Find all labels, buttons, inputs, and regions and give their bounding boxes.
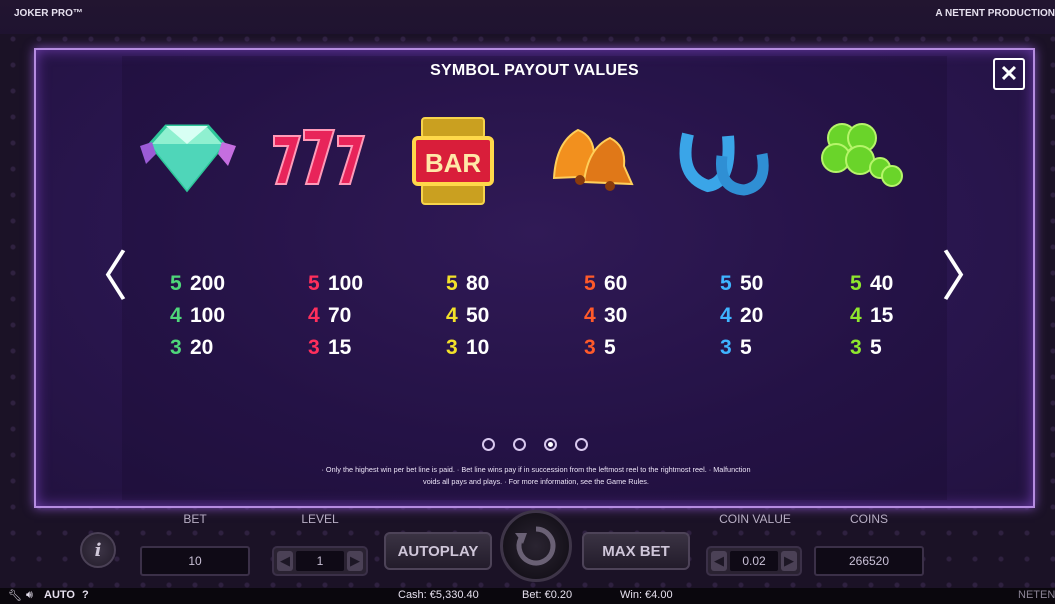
info-icon: i [94,539,102,561]
payout-row: 5 60 [584,272,628,295]
sevens-payouts: 5 100 4 70 3 15 [308,272,418,368]
help-button[interactable]: ? [82,589,89,601]
clover-symbol-icon [802,116,912,216]
payout-row: 4 20 [720,304,764,327]
level-stepper: ◀ 1 ▶ [272,546,368,576]
coin-value-label: COIN VALUE [719,512,791,526]
payout-row: 5 80 [446,272,490,295]
payout-row: 35 [720,336,752,359]
paytable-title: SYMBOL PAYOUT VALUES [430,62,639,79]
level-decrease-button[interactable]: ◀ [277,551,293,571]
producer-label: A NETENT PRODUCTION [935,8,1055,19]
spin-icon [515,526,556,566]
top-bar: JOKER PRO™ A NETENT PRODUCTION [0,0,1055,34]
payout-row: 4 15 [850,304,894,327]
payout-row: 3 20 [170,336,214,359]
payout-row: 5 40 [850,272,894,295]
level-label: LEVEL [301,512,339,526]
payout-row: 35 [584,336,616,359]
win-readout: Win: €4.00 [620,589,673,601]
rules-text: · Only the highest win per bet line is p… [216,464,856,488]
coin-value-decrease-button[interactable]: ◀ [711,551,727,571]
close-icon: ✕ [999,61,1019,86]
info-button[interactable]: i [80,532,116,568]
brand-logo: NETENT [1018,589,1055,601]
diamond-symbol-icon [132,116,242,216]
payout-row: 4 50 [446,304,490,327]
coins-field: 266520 [814,546,924,576]
level-value: 1 [296,551,344,571]
chevron-left-icon: 〈 [74,245,128,308]
coin-value-stepper: ◀ 0.02 ▶ [706,546,802,576]
page-dot[interactable] [575,438,588,451]
page-dot[interactable] [513,438,526,451]
payout-row: 35 [850,336,882,359]
payout-row: 4 30 [584,304,628,327]
payout-row: 5 50 [720,272,764,295]
previous-page-button[interactable]: 〈 [74,250,128,304]
bet-field[interactable]: 10 [140,546,250,576]
bar-symbol-icon: BAR [400,116,510,216]
auto-button[interactable]: AUTO [44,589,75,601]
max-bet-button[interactable]: MAX BET [582,532,690,570]
sound-icon[interactable]: 🔊︎ [26,589,33,602]
page-indicator [482,438,602,454]
status-bar: 🔧︎ 🔊︎ AUTO ? Cash: €5,330.40 Bet: €0.20 … [0,588,1055,604]
autoplay-button[interactable]: AUTOPLAY [384,532,492,570]
horseshoe-symbol-icon [668,116,778,216]
bar-payouts: 5 80 4 50 3 10 [446,272,556,368]
sevens-symbol-icon [266,116,376,216]
coin-value-increase-button[interactable]: ▶ [781,551,797,571]
payout-row: 4 70 [308,304,352,327]
spin-button[interactable] [500,510,572,582]
settings-icon[interactable]: 🔧︎ [8,589,22,602]
coin-value: 0.02 [730,551,778,571]
rules-line: voids all pays and plays. · For more inf… [423,477,649,486]
bet-label: BET [183,512,207,526]
bell-symbol-icon [534,116,644,216]
cash-readout: Cash: €5,330.40 [398,589,479,601]
diamond-payouts: 5 200 4 100 3 20 [170,272,280,368]
control-bar: i BET 10 LEVEL ◀ 1 ▶ AUTOPLAY MAX BET CO… [0,510,1055,588]
bar-symbol-text: BAR [425,148,482,178]
game-title: JOKER PRO™ [14,8,83,19]
payout-row: 3 10 [446,336,490,359]
paytable-panel: SYMBOL PAYOUT VALUES ✕ 〈 〉 BAR 5 200 4 1… [34,48,1035,508]
horseshoe-payouts: 5 50 4 20 35 [720,272,830,368]
payout-row: 3 15 [308,336,352,359]
symbol-row: BAR [132,116,932,216]
close-button[interactable]: ✕ [993,58,1025,90]
coins-label: COINS [849,512,888,526]
payout-row: 4 100 [170,304,226,327]
page-dot-active[interactable] [544,438,557,451]
page-dot[interactable] [482,438,495,451]
bell-payouts: 5 60 4 30 35 [584,272,694,368]
payout-row: 5 100 [308,272,364,295]
rules-line: · Only the highest win per bet line is p… [321,465,751,474]
level-increase-button[interactable]: ▶ [347,551,363,571]
payout-row: 5 200 [170,272,226,295]
clover-payouts: 5 40 4 15 35 [850,272,960,368]
bet-readout: Bet: €0.20 [522,589,573,601]
